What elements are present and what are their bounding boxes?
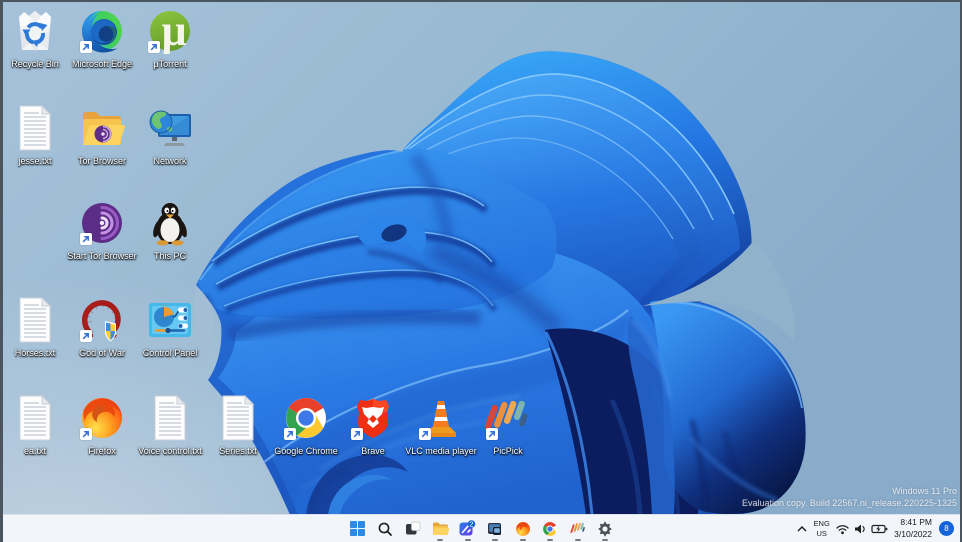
svg-text:µ: µ: [161, 8, 186, 54]
svg-text:2: 2: [470, 522, 474, 529]
